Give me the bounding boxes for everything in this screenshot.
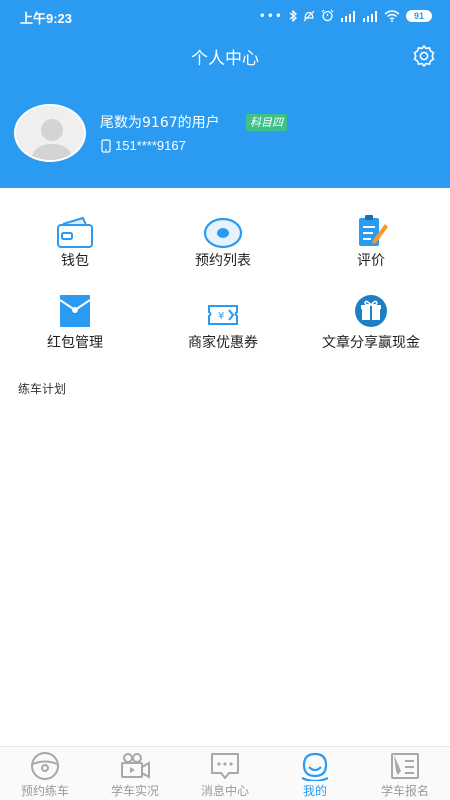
smile-icon bbox=[301, 752, 329, 781]
menu-label-share-article: 文章分享赢现金 bbox=[322, 335, 420, 351]
tab-label-mine: 我的 bbox=[302, 784, 327, 798]
tab-label-book-practice: 预约练车 bbox=[20, 784, 69, 798]
appointment-list-icon bbox=[203, 217, 243, 249]
phone-number: 151****9167 bbox=[115, 138, 186, 153]
wallet-icon bbox=[57, 216, 93, 248]
svg-text:¥: ¥ bbox=[218, 311, 224, 322]
tab-label-live-learning: 学车实况 bbox=[110, 784, 159, 798]
mute-icon bbox=[303, 10, 315, 21]
default-avatar-icon bbox=[16, 106, 84, 160]
bottom-tab-bar: 预约练车 学车实况 消息中心 我的 学车报名 bbox=[0, 746, 450, 800]
battery-icon: 91 bbox=[406, 9, 432, 22]
menu-item-wallet[interactable]: 钱包 bbox=[0, 212, 150, 272]
steering-wheel-icon bbox=[31, 752, 59, 780]
bluetooth-icon bbox=[289, 9, 297, 22]
status-time: 上午9:23 bbox=[20, 11, 73, 26]
menu-label-coupon: 商家优惠券 bbox=[188, 335, 258, 351]
settings-gear-icon[interactable] bbox=[412, 44, 436, 68]
practice-plan-title: 练车计划 bbox=[18, 382, 67, 396]
menu-item-coupon[interactable]: ¥ 商家优惠券 bbox=[148, 294, 298, 354]
menu-item-review[interactable]: 评价 bbox=[296, 212, 446, 272]
status-icons: ••• 91 bbox=[259, 9, 432, 22]
menu-item-red-envelope[interactable]: 红包管理 bbox=[0, 294, 150, 354]
phone-row: 151****9167 bbox=[101, 138, 186, 153]
tab-live-learning[interactable]: 学车实况 bbox=[90, 747, 180, 800]
phone-icon bbox=[101, 138, 111, 153]
tab-messages[interactable]: 消息中心 bbox=[180, 747, 270, 800]
menu-label-red-envelope: 红包管理 bbox=[47, 335, 103, 351]
message-icon bbox=[211, 753, 239, 779]
menu-label-review: 评价 bbox=[357, 253, 385, 269]
menu-label-wallet: 钱包 bbox=[61, 253, 89, 269]
avatar[interactable] bbox=[14, 104, 86, 162]
menu-item-share-article[interactable]: 文章分享赢现金 bbox=[296, 294, 446, 354]
tab-mine[interactable]: 我的 bbox=[270, 747, 360, 800]
subject-badge: 科目四 bbox=[246, 114, 287, 131]
tab-book-practice[interactable]: 预约练车 bbox=[0, 747, 90, 800]
tab-sign-up[interactable]: 学车报名 bbox=[360, 747, 450, 800]
signal-icon-2 bbox=[363, 10, 377, 22]
page-title: 个人中心 bbox=[191, 49, 259, 69]
gift-icon bbox=[355, 295, 387, 327]
wifi-icon bbox=[384, 9, 400, 22]
tab-label-messages: 消息中心 bbox=[200, 784, 249, 798]
review-icon bbox=[359, 215, 388, 246]
coupon-icon: ¥ bbox=[208, 305, 238, 325]
user-name: 尾数为9167的用户 bbox=[100, 115, 220, 131]
alarm-icon bbox=[321, 9, 334, 22]
red-envelope-icon bbox=[59, 295, 91, 327]
menu-label-appointments: 预约列表 bbox=[195, 253, 251, 269]
status-bar: 上午9:23 ••• 91 bbox=[0, 0, 450, 32]
signup-icon bbox=[391, 753, 419, 779]
more-dots-icon: ••• bbox=[258, 8, 283, 23]
tab-label-sign-up: 学车报名 bbox=[380, 784, 429, 798]
signal-icon bbox=[341, 10, 355, 22]
menu-item-appointments[interactable]: 预约列表 bbox=[148, 212, 298, 272]
video-camera-icon bbox=[121, 753, 150, 779]
profile-header: 上午9:23 ••• 91 个人中心 尾数为9167的用户 科目四 151***… bbox=[0, 0, 450, 188]
